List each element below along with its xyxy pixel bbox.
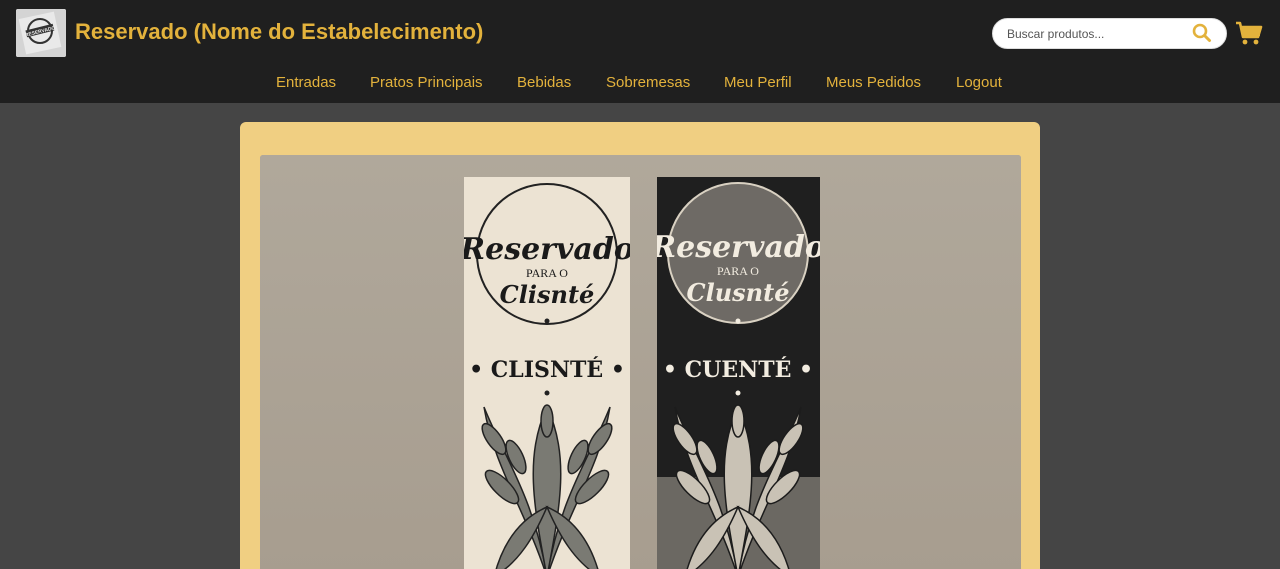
reserved-tag-dark: Reservado PARA O Clusnté • CUENTÉ •	[657, 177, 820, 569]
search-input[interactable]	[1007, 25, 1187, 43]
tag-light-label: • CLISNTÉ •	[469, 356, 625, 383]
tag-light-script: Reservado	[464, 232, 630, 267]
tag-light-script2: Clisnté	[500, 280, 595, 309]
nav-logout[interactable]: Logout	[956, 74, 1002, 91]
site-title[interactable]: Reservado (Nome do Estabelecimento)	[75, 19, 483, 45]
nav-meu-perfil[interactable]: Meu Perfil	[724, 74, 792, 91]
tag-dark-label: • CUENTÉ •	[663, 356, 813, 383]
cart-icon[interactable]	[1235, 19, 1263, 47]
tag-light-sub: PARA O	[526, 266, 568, 280]
nav-pratos-principais[interactable]: Pratos Principais	[370, 74, 483, 91]
nav-entradas[interactable]: Entradas	[276, 74, 336, 91]
tag-dark-script: Reservado	[657, 230, 820, 265]
logo[interactable]: RESERVADO	[16, 9, 66, 57]
nav-sobremesas[interactable]: Sobremesas	[606, 74, 690, 91]
search-icon[interactable]	[1191, 22, 1213, 44]
product-image[interactable]: Reservado PARA O Clisnté • CLISNTÉ • Res…	[260, 155, 1021, 569]
nav-meus-pedidos[interactable]: Meus Pedidos	[826, 74, 921, 91]
reserved-tag-light: Reservado PARA O Clisnté • CLISNTÉ •	[464, 177, 630, 569]
tag-dark-script2: Clusnté	[687, 278, 790, 307]
nav-bebidas[interactable]: Bebidas	[517, 74, 571, 91]
header: RESERVADO Reservado (Nome do Estabelecim…	[0, 0, 1280, 103]
search-bar	[992, 18, 1227, 49]
tag-dark-sub: PARA O	[717, 264, 759, 278]
